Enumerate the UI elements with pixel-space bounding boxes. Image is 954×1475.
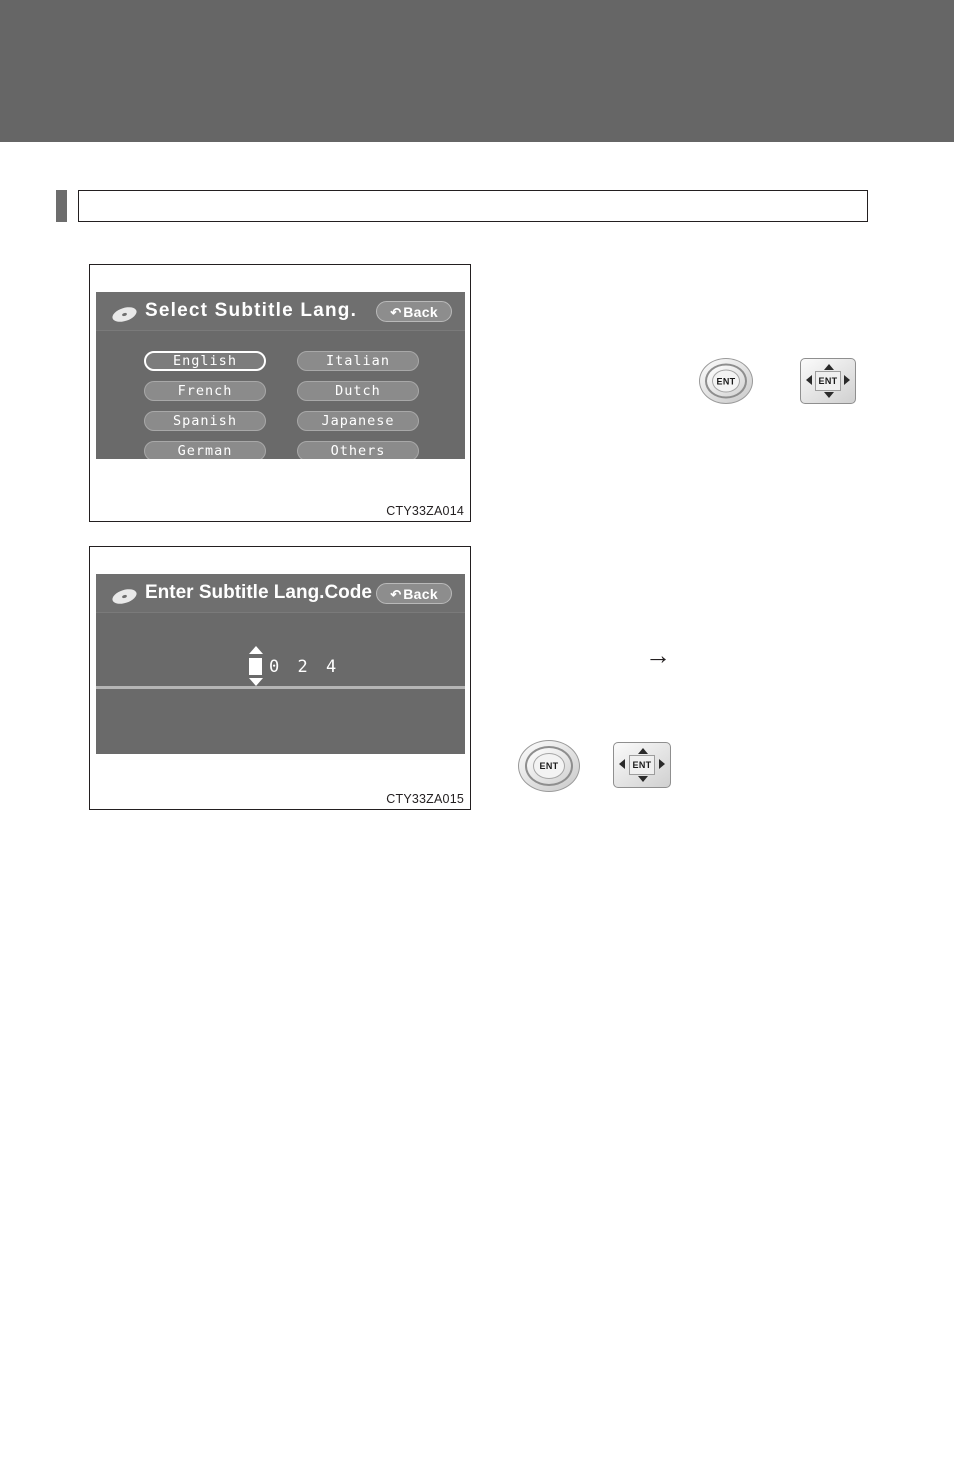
dvd-screen-select-subtitle-language: Select Subtitle Lang. ↷ Back English Fren… [96,292,465,459]
pad-right-arrow-icon[interactable] [844,375,850,385]
language-button-japanese[interactable]: Japanese [297,411,419,431]
pad-down-arrow-icon[interactable] [638,776,648,782]
back-button[interactable]: ↷ Back [376,301,452,322]
language-button-spanish[interactable]: Spanish [144,411,266,431]
ent-dial-button-2[interactable]: ENT [518,740,580,792]
back-button-label: Back [403,586,438,602]
section-tick-mark [56,190,67,222]
figure-select-subtitle-language: Select Subtitle Lang. ↷ Back English Fren… [89,264,471,522]
back-arrow-icon: ↷ [390,305,402,320]
back-arrow-icon: ↷ [390,587,402,602]
back-button[interactable]: ↷ Back [376,583,452,604]
back-button-label: Back [403,304,438,320]
screen-title: Enter Subtitle Lang.Code [145,582,372,603]
screen-title: Select Subtitle Lang. [145,300,358,321]
code-increment-arrow-icon[interactable] [249,646,263,654]
pad-left-arrow-icon[interactable] [619,759,625,769]
step-arrow-icon: → [645,640,671,670]
section-heading-bar [56,190,868,222]
ent-dial-center: ENT [712,369,740,393]
section-title-box [78,190,868,222]
pad-right-arrow-icon[interactable] [659,759,665,769]
language-button-others[interactable]: Others [297,441,419,459]
ent-arrow-pad-2[interactable]: ENT [613,742,671,788]
language-button-german[interactable]: German [144,441,266,459]
page-header-band [0,0,954,142]
ent-arrow-pad-1[interactable]: ENT [800,358,856,404]
dvd-screen-enter-subtitle-code: Enter Subtitle Lang.Code ↷ Back 0 2 4 [96,574,465,754]
ent-dial-center: ENT [533,753,565,779]
language-button-italian[interactable]: Italian [297,351,419,371]
pad-up-arrow-icon[interactable] [824,364,834,370]
code-decrement-arrow-icon[interactable] [249,678,263,686]
ent-label: ENT [716,376,736,386]
ent-label: ENT [818,376,838,386]
ent-pad-center[interactable]: ENT [815,371,841,391]
code-value: 0 2 4 [269,657,341,677]
language-button-english[interactable]: English [144,351,266,371]
language-button-french[interactable]: French [144,381,266,401]
figure-enter-subtitle-language-code: Enter Subtitle Lang.Code ↷ Back 0 2 4 CTY… [89,546,471,810]
code-entry-separator [96,686,465,689]
code-cursor [249,658,262,675]
figure-caption: CTY33ZA014 [386,504,464,518]
figure-caption: CTY33ZA015 [386,792,464,806]
language-button-dutch[interactable]: Dutch [297,381,419,401]
pad-down-arrow-icon[interactable] [824,392,834,398]
pad-left-arrow-icon[interactable] [806,375,812,385]
ent-label: ENT [632,760,652,770]
ent-dial-button-1[interactable]: ENT [699,358,753,404]
pad-up-arrow-icon[interactable] [638,748,648,754]
ent-label: ENT [539,761,559,771]
ent-pad-center[interactable]: ENT [629,755,655,775]
